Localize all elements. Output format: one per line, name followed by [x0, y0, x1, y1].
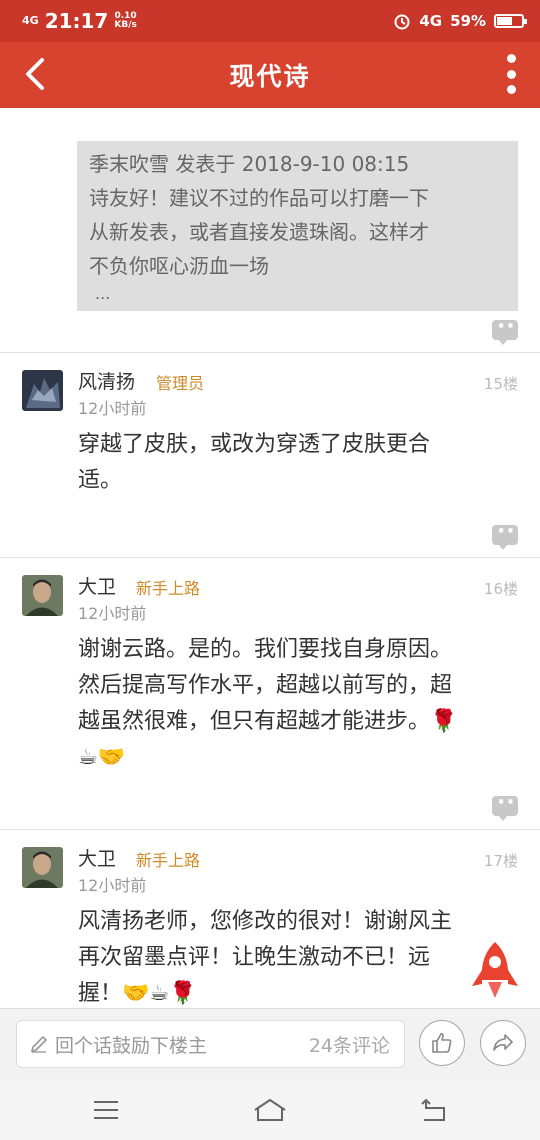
thumbs-up-icon: [432, 1032, 452, 1053]
comment-time: 12小时前: [78, 604, 147, 623]
comment-text: 风清扬老师，您修改的很对！谢谢风主 再次留墨点评！让晚生激动不已！远 握！🤝☕🌹: [78, 909, 453, 1006]
reply-input[interactable]: 回个话鼓励下楼主 24条评论: [16, 1020, 405, 1068]
quoted-post[interactable]: 季末吹雪 发表于 2018-9-10 08:15 诗友好！建议不过的作品可以打磨…: [77, 141, 518, 311]
more-options-icon[interactable]: [502, 54, 520, 94]
reply-icon[interactable]: [492, 519, 518, 550]
quoted-reply-block: 季末吹雪 发表于 2018-9-10 08:15 诗友好！建议不过的作品可以打磨…: [0, 108, 540, 353]
comment-time: 12小时前: [78, 399, 147, 418]
pencil-icon: [30, 1035, 48, 1053]
share-icon: [493, 1034, 513, 1051]
clock: 21:17: [44, 9, 109, 33]
status-bar: 4G 21:17 0.10 KB/s 4G 59%: [0, 0, 540, 42]
app-header: 现代诗: [0, 42, 540, 108]
user-name[interactable]: 大卫: [78, 572, 116, 599]
like-button[interactable]: [419, 1020, 465, 1066]
reply-icon[interactable]: [492, 790, 518, 821]
comment-time: 12小时前: [78, 876, 147, 895]
back-nav-icon[interactable]: [418, 1094, 450, 1126]
alarm-icon: [394, 14, 410, 30]
battery-percent: 59%: [450, 12, 486, 30]
floor-number: 16楼: [483, 580, 518, 598]
battery-icon: [494, 14, 527, 28]
user-name[interactable]: 大卫: [78, 844, 116, 871]
comment-list[interactable]: 季末吹雪 发表于 2018-9-10 08:15 诗友好！建议不过的作品可以打磨…: [0, 108, 540, 1008]
user-role-badge: 管理员: [156, 374, 205, 393]
reply-placeholder: 回个话鼓励下楼主: [55, 1034, 208, 1057]
comment-item: 大卫 新手上路 12小时前 17楼 风清扬老师，您修改的很对！谢谢风主 再次留墨…: [0, 830, 540, 1008]
floor-number: 15楼: [483, 375, 518, 393]
avatar[interactable]: [22, 370, 63, 411]
comment-text: 谢谢云路。是的。我们要找自身原因。 然后提高写作水平，超越以前写的，超 越虽然很…: [78, 637, 458, 770]
floor-number: 17楼: [483, 852, 518, 870]
network-type: 4G: [419, 12, 443, 30]
signal-indicator: 4G: [22, 14, 39, 27]
reply-bar: 回个话鼓励下楼主 24条评论: [0, 1008, 540, 1080]
network-speed: 0.10 KB/s: [114, 11, 137, 30]
avatar[interactable]: [22, 847, 63, 888]
home-icon[interactable]: [252, 1094, 288, 1126]
back-to-top-rocket-icon[interactable]: [470, 940, 520, 1002]
comment-text: 穿越了皮肤，或改为穿透了皮肤更合 适。: [78, 432, 431, 493]
menu-icon[interactable]: [90, 1094, 122, 1126]
comment-item: 风清扬 管理员 12小时前 15楼 穿越了皮肤，或改为穿透了皮肤更合 适。: [0, 353, 540, 558]
avatar[interactable]: [22, 575, 63, 616]
system-nav-bar: [0, 1080, 540, 1140]
comment-item: 大卫 新手上路 12小时前 16楼 谢谢云路。是的。我们要找自身原因。 然后提高…: [0, 558, 540, 830]
share-button[interactable]: [480, 1020, 526, 1066]
comment-count[interactable]: 24条评论: [309, 1031, 390, 1058]
user-role-badge: 新手上路: [136, 851, 201, 870]
reply-icon[interactable]: [492, 314, 518, 345]
page-title: 现代诗: [229, 62, 311, 91]
user-name[interactable]: 风清扬: [78, 367, 135, 394]
user-role-badge: 新手上路: [136, 579, 201, 598]
back-icon[interactable]: [18, 56, 54, 92]
